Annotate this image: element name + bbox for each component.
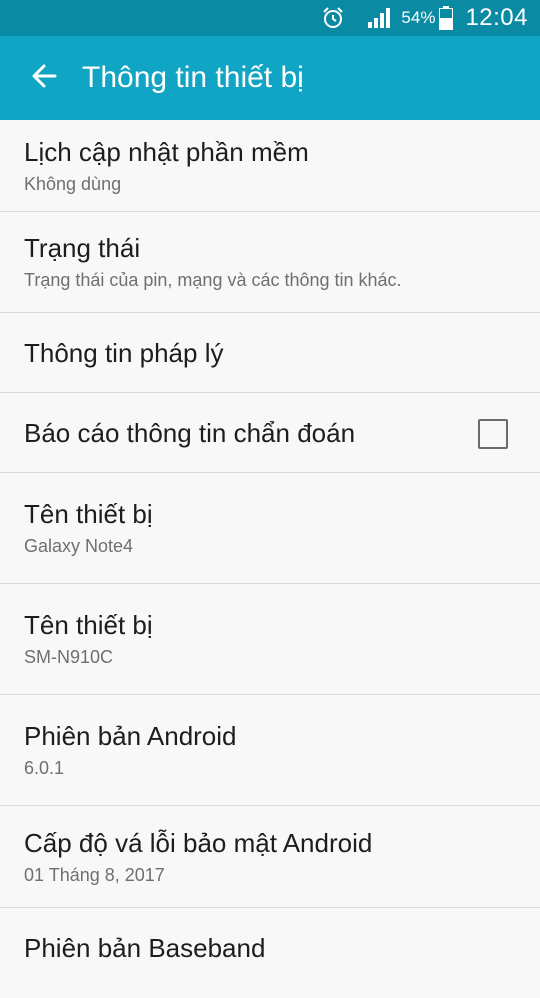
item-summary: Galaxy Note4 (24, 536, 134, 556)
list-item-legal-info[interactable]: Thông tin pháp lý (0, 313, 540, 393)
item-title: Báo cáo thông tin chẩn đoán (24, 417, 356, 448)
item-title: Tên thiết bị (24, 610, 153, 640)
item-summary: 01 Tháng 8, 2017 (24, 864, 165, 885)
list-item-status[interactable]: Trạng thái Trạng thái của pin, mạng và c… (0, 212, 540, 313)
item-title: Trạng thái (24, 233, 141, 263)
settings-list: Lịch cập nhật phần mềm Không dùng Trạng … (0, 120, 540, 998)
diagnostic-report-checkbox[interactable] (478, 418, 508, 449)
back-button[interactable] (24, 58, 64, 98)
item-title: Phiên bản Android (24, 721, 237, 751)
item-summary: Trạng thái của pin, mạng và các thông ti… (24, 270, 402, 290)
app-bar: Thông tin thiết bị (0, 36, 540, 120)
list-item-software-update-schedule[interactable]: Lịch cập nhật phần mềm Không dùng (0, 120, 540, 212)
status-bar: 54% 12:04 (0, 0, 540, 36)
item-summary: Không dùng (24, 173, 122, 194)
item-summary: 6.0.1 (24, 758, 65, 778)
list-item-model-number[interactable]: Tên thiết bị SM-N910C (0, 584, 540, 695)
clock: 12:04 (465, 4, 528, 31)
battery-percent: 54% (401, 8, 436, 27)
list-item-device-name[interactable]: Tên thiết bị Galaxy Note4 (0, 473, 540, 584)
item-title: Cấp độ vá lỗi bảo mật Android (24, 827, 373, 858)
item-title: Lịch cập nhật phần mềm (24, 136, 309, 167)
arrow-left-icon (31, 63, 57, 94)
item-title: Phiên bản Baseband (24, 933, 266, 963)
list-item-diagnostic-report[interactable]: Báo cáo thông tin chẩn đoán (0, 393, 540, 473)
list-item-baseband-version[interactable]: Phiên bản Baseband (0, 908, 540, 998)
page-title: Thông tin thiết bị (82, 61, 304, 94)
item-title: Thông tin pháp lý (24, 337, 224, 368)
signal-icon (367, 7, 393, 29)
list-item-android-version[interactable]: Phiên bản Android 6.0.1 (0, 695, 540, 806)
item-summary: SM-N910C (24, 647, 114, 667)
battery-icon (439, 6, 454, 30)
list-item-security-patch-level[interactable]: Cấp độ vá lỗi bảo mật Android 01 Tháng 8… (0, 806, 540, 908)
item-title: Tên thiết bị (24, 499, 153, 529)
alarm-icon (321, 6, 345, 30)
